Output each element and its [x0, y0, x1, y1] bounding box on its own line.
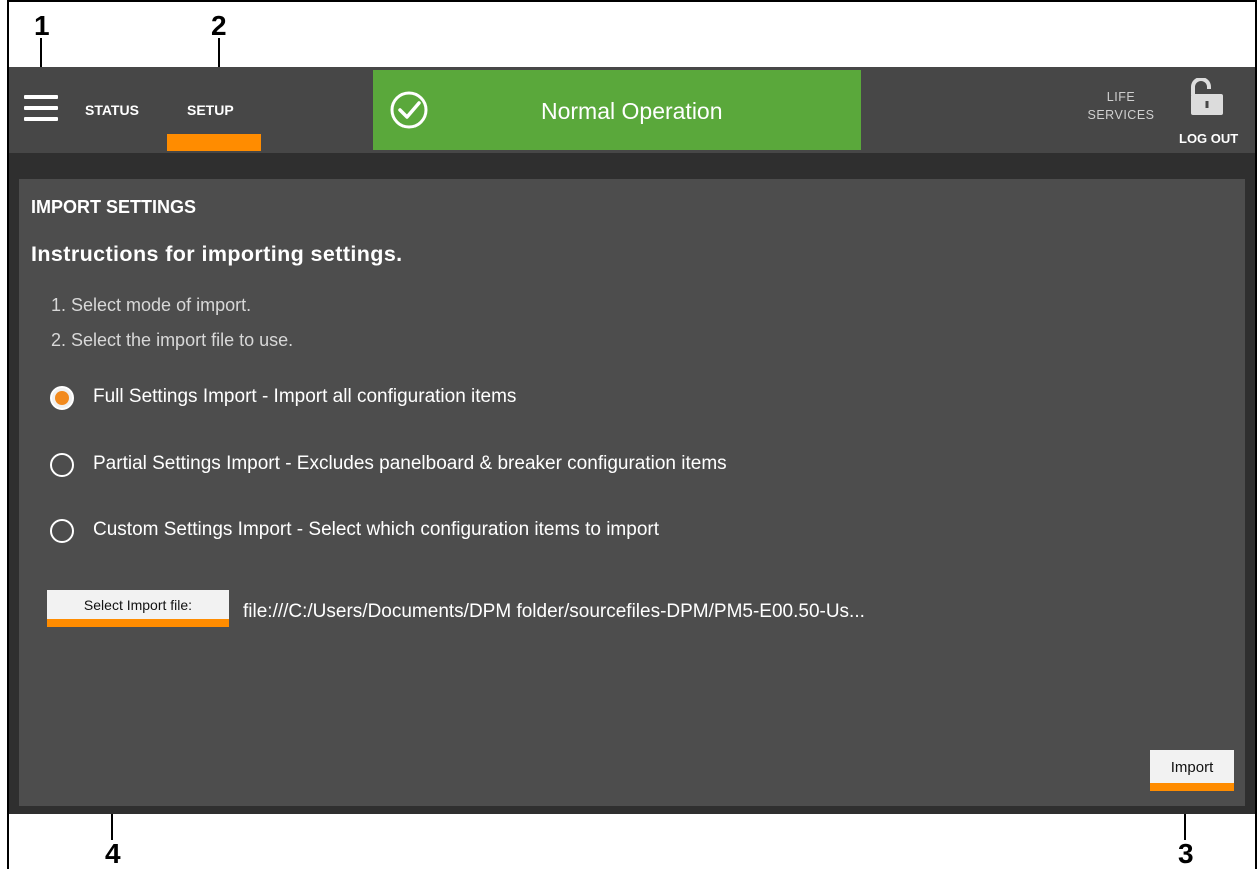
setup-tab-active-indicator [167, 134, 261, 151]
life-services-label-line2: SERVICES [1087, 108, 1155, 122]
status-banner: Normal Operation [373, 70, 861, 150]
callout-1: 1 [34, 10, 50, 41]
radio-label-custom: Custom Settings Import - Select which co… [93, 519, 660, 540]
callout-4: 4 [105, 838, 121, 869]
status-text: Normal Operation [541, 98, 723, 124]
unlocked-padlock-icon[interactable] [1186, 78, 1226, 116]
callout-3: 3 [1178, 838, 1194, 869]
header-separator [9, 153, 1255, 178]
radio-button-selected[interactable] [50, 386, 74, 410]
section-title: IMPORT SETTINGS [31, 197, 197, 217]
callout-2: 2 [211, 10, 227, 41]
hamburger-menu-icon[interactable] [24, 93, 58, 123]
nav-tab-status[interactable]: STATUS [85, 102, 139, 118]
nav-tab-setup[interactable]: SETUP [187, 102, 234, 118]
radio-button[interactable] [50, 519, 74, 543]
life-services-label-line1: LIFE [1106, 90, 1136, 104]
import-file-path: file:///C:/Users/Documents/DPM folder/so… [243, 601, 865, 622]
import-button[interactable]: Import [1150, 750, 1234, 791]
frame-top-border [7, 0, 1257, 2]
select-import-file-button[interactable]: Select Import file: [47, 590, 229, 627]
logout-button[interactable]: LOG OUT [1179, 131, 1238, 146]
check-circle-icon [390, 91, 428, 129]
radio-button[interactable] [50, 453, 74, 477]
instruction-step-2: 2. Select the import file to use. [51, 330, 294, 350]
instructions-heading: Instructions for importing settings. [31, 242, 403, 266]
life-services-link[interactable]: LIFE SERVICES [1080, 88, 1162, 124]
radio-label-full: Full Settings Import - Import all config… [93, 386, 517, 407]
import-settings-panel: IMPORT SETTINGS Instructions for importi… [19, 179, 1245, 806]
instruction-step-1: 1. Select mode of import. [51, 295, 252, 315]
top-navigation-bar: STATUS SETUP Normal Operation LIFE SERVI… [9, 67, 1255, 153]
radio-label-partial: Partial Settings Import - Excludes panel… [93, 453, 727, 474]
